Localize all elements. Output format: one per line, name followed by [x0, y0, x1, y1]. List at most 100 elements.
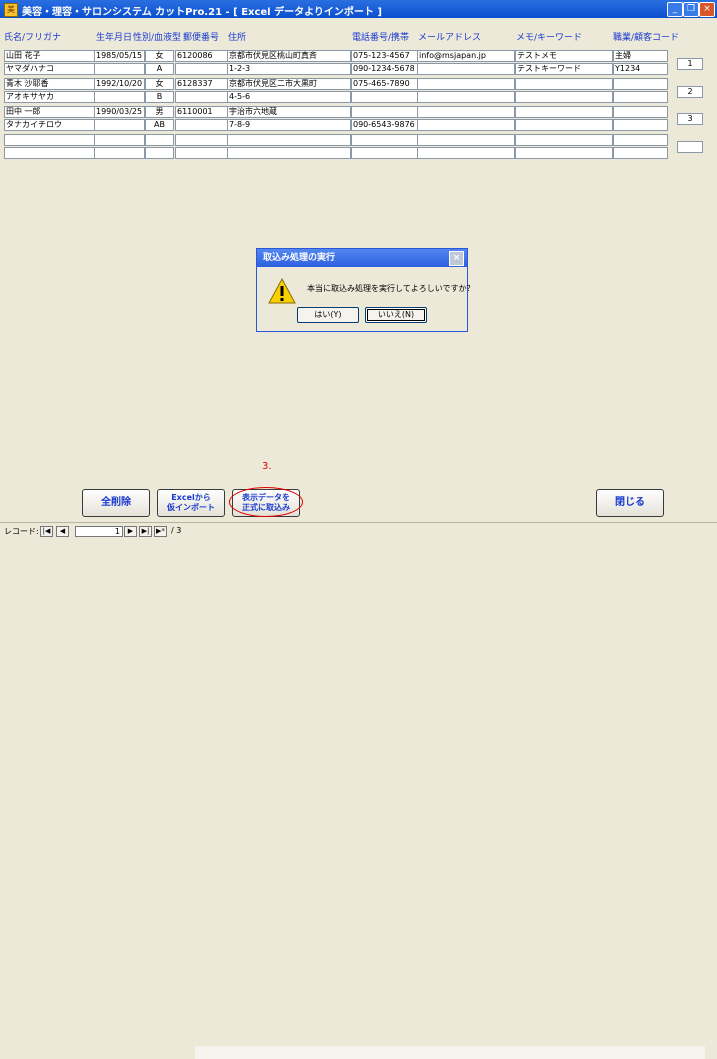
cell-postal[interactable] — [175, 119, 228, 131]
cell-name[interactable]: ヤマダハナコ — [4, 63, 95, 75]
restore-button[interactable]: ❐ — [683, 2, 699, 17]
cell-sex-blood[interactable]: A — [145, 63, 174, 75]
cell-postal[interactable]: 6120086 — [175, 50, 228, 62]
cell-address[interactable]: 宇治市六地蔵 — [227, 106, 351, 118]
close-button[interactable]: 閉じる — [596, 489, 664, 517]
cell-address[interactable]: 7-8-9 — [227, 119, 351, 131]
cell-name[interactable]: 田中 一郎 — [4, 106, 95, 118]
cell-email[interactable] — [417, 147, 515, 159]
cell-phone[interactable]: 075-123-4567 — [351, 50, 418, 62]
cell-name[interactable]: アオキサヤカ — [4, 91, 95, 103]
cell-address[interactable]: 1-2-3 — [227, 63, 351, 75]
cell-phone[interactable] — [351, 106, 418, 118]
cell-address[interactable]: 京都市伏見区二市大黒町 — [227, 78, 351, 90]
no-button[interactable]: いいえ(N) — [365, 307, 427, 323]
cell-phone[interactable] — [351, 134, 418, 146]
app-icon[interactable]: 美 — [4, 3, 18, 17]
cell-email[interactable] — [417, 78, 515, 90]
cell-sex-blood[interactable]: AB — [145, 119, 174, 131]
dialog-close-button[interactable]: × — [449, 251, 464, 266]
record-number-box[interactable]: 2 — [677, 86, 703, 98]
cell-phone[interactable]: 090-6543-9876 — [351, 119, 418, 131]
excel-import-label-2: 仮インポート — [167, 503, 215, 512]
cell-birthdate[interactable] — [94, 134, 145, 146]
cell-birthdate[interactable] — [94, 63, 145, 75]
yes-button[interactable]: はい(Y) — [297, 307, 359, 323]
cell-job-code[interactable] — [613, 106, 668, 118]
last-record-icon[interactable]: ▶| — [139, 526, 152, 537]
cell-name[interactable]: タナカイチロウ — [4, 119, 95, 131]
record-number-box[interactable] — [677, 141, 703, 153]
cell-birthdate[interactable] — [94, 147, 145, 159]
cell-name[interactable] — [4, 147, 95, 159]
header-address: 住所 — [228, 33, 247, 43]
cell-job-code[interactable] — [613, 119, 668, 131]
close-window-button[interactable]: × — [699, 2, 715, 17]
cell-memo[interactable] — [515, 134, 613, 146]
cell-phone[interactable]: 090-1234-5678 — [351, 63, 418, 75]
cell-name[interactable]: 山田 花子 — [4, 50, 95, 62]
cell-email[interactable]: info@msjapan.jp — [417, 50, 515, 62]
cell-job-code[interactable] — [613, 147, 668, 159]
cell-postal[interactable] — [175, 134, 228, 146]
cell-phone[interactable]: 075-465-7890 — [351, 78, 418, 90]
cell-address[interactable]: 4-5-6 — [227, 91, 351, 103]
cell-birthdate[interactable] — [94, 119, 145, 131]
cell-name[interactable] — [4, 134, 95, 146]
cell-birthdate[interactable] — [94, 91, 145, 103]
prev-record-icon[interactable]: ◀ — [56, 526, 69, 537]
cell-memo[interactable]: テストキーワード — [515, 63, 613, 75]
cell-memo[interactable]: テストメモ — [515, 50, 613, 62]
cell-sex-blood[interactable]: 女 — [145, 50, 174, 62]
cell-address[interactable] — [227, 147, 351, 159]
header-job-code: 職業/顧客コード — [613, 33, 680, 43]
cell-email[interactable] — [417, 134, 515, 146]
cell-postal[interactable]: 6128337 — [175, 78, 228, 90]
cell-postal[interactable] — [175, 147, 228, 159]
excel-import-button[interactable]: Excelから 仮インポート — [157, 489, 225, 517]
cell-phone[interactable] — [351, 147, 418, 159]
cell-job-code[interactable]: Y1234 — [613, 63, 668, 75]
cell-address[interactable] — [227, 134, 351, 146]
new-record-icon[interactable]: ▶* — [154, 526, 167, 537]
cell-phone[interactable] — [351, 91, 418, 103]
cell-job-code[interactable] — [613, 78, 668, 90]
next-record-icon[interactable]: ▶ — [124, 526, 137, 537]
annotation-marker: 3. — [262, 461, 272, 472]
header-birthdate: 生年月日 — [96, 33, 133, 43]
cell-postal[interactable] — [175, 91, 228, 103]
cell-sex-blood[interactable] — [145, 147, 174, 159]
record-number-box[interactable]: 3 — [677, 113, 703, 125]
cell-email[interactable] — [417, 106, 515, 118]
cell-sex-blood[interactable]: 男 — [145, 106, 174, 118]
cell-job-code[interactable] — [613, 134, 668, 146]
cell-job-code[interactable]: 主婦 — [613, 50, 668, 62]
cell-memo[interactable] — [515, 78, 613, 90]
delete-all-button[interactable]: 全削除 — [82, 489, 150, 517]
cell-sex-blood[interactable] — [145, 134, 174, 146]
cell-email[interactable] — [417, 119, 515, 131]
cell-address[interactable]: 京都市伏見区桃山町真斉 — [227, 50, 351, 62]
cell-memo[interactable] — [515, 91, 613, 103]
first-record-icon[interactable]: |◀ — [40, 526, 53, 537]
vertical-scrollbar[interactable] — [705, 18, 717, 522]
cell-postal[interactable]: 6110001 — [175, 106, 228, 118]
cell-birthdate[interactable]: 1992/10/20 — [94, 78, 145, 90]
record-number-box[interactable]: 1 — [677, 58, 703, 70]
cell-postal[interactable] — [175, 63, 228, 75]
cell-email[interactable] — [417, 91, 515, 103]
cell-job-code[interactable] — [613, 91, 668, 103]
window-title: 美容・理容・サロンシステム カットPro.21 - [ Excel データよりイ… — [22, 7, 382, 18]
cell-memo[interactable] — [515, 106, 613, 118]
horizontal-scrollbar[interactable] — [195, 1046, 705, 1059]
cell-memo[interactable] — [515, 119, 613, 131]
current-record-input[interactable]: 1 — [75, 526, 123, 537]
cell-email[interactable] — [417, 63, 515, 75]
cell-sex-blood[interactable]: B — [145, 91, 174, 103]
cell-name[interactable]: 青木 沙耶香 — [4, 78, 95, 90]
cell-birthdate[interactable]: 1990/03/25 — [94, 106, 145, 118]
cell-sex-blood[interactable]: 女 — [145, 78, 174, 90]
cell-memo[interactable] — [515, 147, 613, 159]
minimize-button[interactable]: _ — [667, 2, 683, 17]
cell-birthdate[interactable]: 1985/05/15 — [94, 50, 145, 62]
